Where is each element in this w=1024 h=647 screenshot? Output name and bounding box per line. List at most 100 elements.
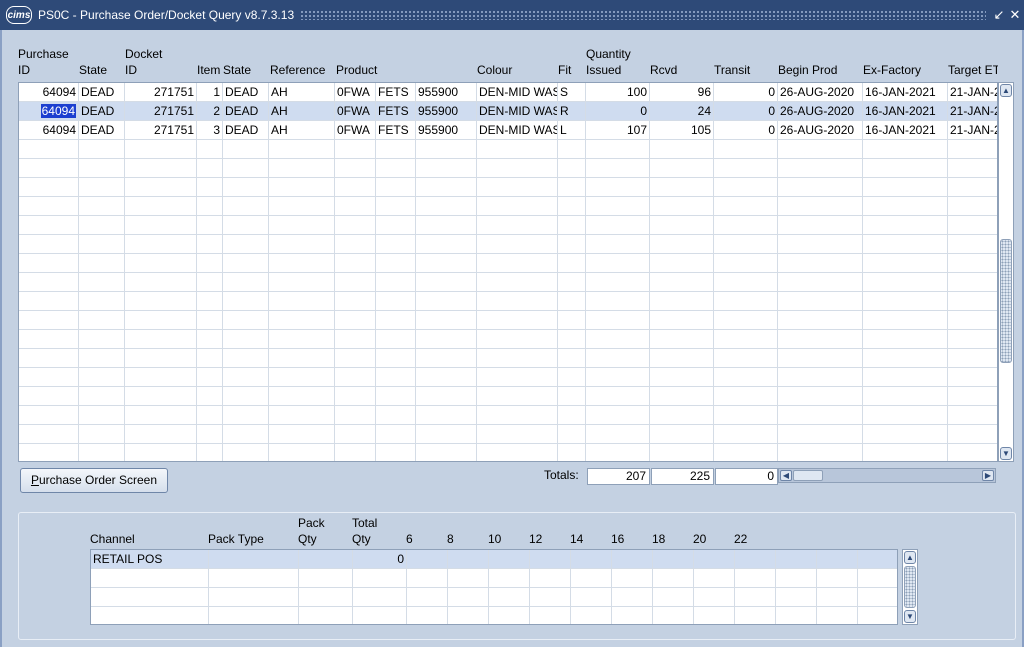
cell-item[interactable] — [197, 235, 223, 254]
cell-transit[interactable] — [714, 235, 778, 254]
cell-target[interactable] — [948, 235, 997, 254]
cell-transit[interactable] — [714, 216, 778, 235]
cell-begin-prod[interactable] — [778, 292, 863, 311]
cell-rcvd[interactable] — [650, 292, 714, 311]
cell-product1[interactable] — [335, 292, 376, 311]
cell-product1[interactable] — [335, 406, 376, 425]
cell-product2[interactable] — [376, 292, 416, 311]
cell-colour[interactable] — [477, 349, 558, 368]
channel-row[interactable] — [91, 569, 897, 588]
cell-fit[interactable] — [558, 140, 586, 159]
cell-rcvd[interactable] — [650, 368, 714, 387]
cell-docket-id[interactable] — [125, 178, 197, 197]
cell-target[interactable] — [948, 178, 997, 197]
cell-product3[interactable] — [416, 235, 477, 254]
cell-fit[interactable] — [558, 406, 586, 425]
cell-docket-id[interactable]: 271751 — [125, 83, 197, 102]
cell-size[interactable] — [448, 588, 489, 607]
cell-ex-factory[interactable] — [863, 159, 948, 178]
cell-product2[interactable] — [376, 311, 416, 330]
cell-product3[interactable] — [416, 140, 477, 159]
cell-item[interactable]: 3 — [197, 121, 223, 140]
cell-pack-type[interactable] — [209, 569, 299, 588]
cell-purchase-id[interactable] — [19, 444, 79, 461]
cell-size[interactable] — [448, 550, 489, 569]
cell-fit[interactable] — [558, 387, 586, 406]
cell-ex-factory[interactable] — [863, 254, 948, 273]
cell-item-state[interactable] — [223, 216, 269, 235]
cell-transit[interactable] — [714, 311, 778, 330]
channel-grid-vertical-scrollbar[interactable]: ▲ ▼ — [902, 549, 918, 625]
cell-begin-prod[interactable] — [778, 254, 863, 273]
cell-fit[interactable] — [558, 254, 586, 273]
cell-reference[interactable] — [269, 330, 335, 349]
cell-reference[interactable] — [269, 387, 335, 406]
cell-state[interactable] — [79, 292, 125, 311]
cell-state[interactable] — [79, 330, 125, 349]
cell-begin-prod[interactable] — [778, 235, 863, 254]
cell-item-state[interactable] — [223, 273, 269, 292]
table-row[interactable] — [19, 330, 997, 349]
cell-colour[interactable] — [477, 292, 558, 311]
cell-item[interactable]: 2 — [197, 102, 223, 121]
scroll-down-icon[interactable]: ▼ — [1000, 447, 1012, 460]
cell-begin-prod[interactable]: 26-AUG-2020 — [778, 121, 863, 140]
cell-product3[interactable] — [416, 387, 477, 406]
scroll-left-icon[interactable]: ◀ — [780, 470, 792, 481]
cell-state[interactable] — [79, 235, 125, 254]
cell-begin-prod[interactable] — [778, 311, 863, 330]
cell-size[interactable] — [776, 550, 817, 569]
cell-fit[interactable] — [558, 273, 586, 292]
cell-issued[interactable] — [586, 330, 650, 349]
cell-product2[interactable] — [376, 387, 416, 406]
cell-size[interactable] — [612, 569, 653, 588]
cell-begin-prod[interactable]: 26-AUG-2020 — [778, 102, 863, 121]
cell-target[interactable] — [948, 292, 997, 311]
cell-docket-id[interactable]: 271751 — [125, 121, 197, 140]
cell-begin-prod[interactable] — [778, 140, 863, 159]
cell-begin-prod[interactable] — [778, 273, 863, 292]
table-row[interactable] — [19, 425, 997, 444]
cell-target[interactable] — [948, 159, 997, 178]
cell-item-state[interactable]: DEAD — [223, 102, 269, 121]
cell-rcvd[interactable] — [650, 254, 714, 273]
table-row[interactable] — [19, 140, 997, 159]
table-row[interactable] — [19, 368, 997, 387]
cell-docket-id[interactable] — [125, 197, 197, 216]
cell-rcvd[interactable] — [650, 330, 714, 349]
cell-item[interactable] — [197, 178, 223, 197]
cell-product2[interactable] — [376, 444, 416, 461]
table-row[interactable] — [19, 216, 997, 235]
cell-item-state[interactable] — [223, 311, 269, 330]
cell-item[interactable] — [197, 425, 223, 444]
cell-target[interactable]: 21-JAN-2 — [948, 83, 997, 102]
cell-docket-id[interactable] — [125, 444, 197, 461]
cell-item[interactable] — [197, 273, 223, 292]
cell-size[interactable] — [571, 588, 612, 607]
table-row[interactable] — [19, 444, 997, 461]
cell-purchase-id[interactable] — [19, 406, 79, 425]
scroll-down-icon[interactable]: ▼ — [904, 610, 916, 623]
cell-begin-prod[interactable] — [778, 387, 863, 406]
cell-issued[interactable] — [586, 273, 650, 292]
cell-item-state[interactable] — [223, 387, 269, 406]
cell-fit[interactable]: R — [558, 102, 586, 121]
cell-purchase-id[interactable] — [19, 159, 79, 178]
cell-product2[interactable] — [376, 406, 416, 425]
cell-target[interactable] — [948, 311, 997, 330]
cell-reference[interactable] — [269, 159, 335, 178]
cell-ex-factory[interactable]: 16-JAN-2021 — [863, 102, 948, 121]
cell-size[interactable] — [776, 588, 817, 607]
table-row[interactable]: 64094 DEAD 271751 1 DEAD AH 0FWA FETS 955900 DEN-… — [19, 83, 997, 102]
cell-docket-id[interactable] — [125, 292, 197, 311]
cell-ex-factory[interactable] — [863, 349, 948, 368]
cell-channel[interactable]: RETAIL POS — [91, 550, 209, 569]
close-icon[interactable]: ✕ — [1008, 7, 1022, 23]
cell-product1[interactable] — [335, 425, 376, 444]
cell-product3[interactable] — [416, 254, 477, 273]
cell-state[interactable] — [79, 425, 125, 444]
cell-state[interactable]: DEAD — [79, 121, 125, 140]
cell-item[interactable] — [197, 197, 223, 216]
cell-transit[interactable] — [714, 178, 778, 197]
cell-size[interactable] — [817, 550, 858, 569]
